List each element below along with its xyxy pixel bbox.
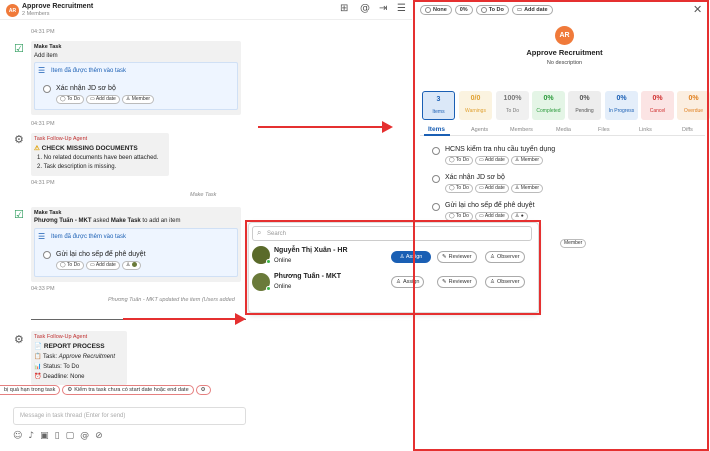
- suggestion-bar: bị quá hạn trong task ⚙ Kiểm tra task chư…: [0, 385, 250, 399]
- task-bot-icon: ☑: [14, 42, 24, 55]
- suggestion-pill[interactable]: bị quá hạn trong task: [0, 385, 61, 395]
- item-box-title: Item đã được thêm vào task: [51, 234, 126, 240]
- warning-icon: ⚠: [34, 145, 40, 152]
- robot-icon: ⚙: [67, 387, 73, 393]
- arrow-line: [123, 318, 237, 320]
- command-icon[interactable]: ▢: [66, 431, 75, 441]
- message-sender: Task Follow-Up Agent: [34, 334, 88, 340]
- message-input-box[interactable]: Message in task thread (Enter for send): [13, 407, 246, 425]
- task-bot-icon: ☑: [14, 208, 24, 221]
- report-title: 📄 REPORT PROCESS: [34, 343, 105, 350]
- suggestion-pill[interactable]: ⚙ Kiểm tra task chưa có start date hoặc e…: [62, 385, 194, 395]
- document-icon: 📄: [34, 343, 43, 350]
- message-card: Make Task Add item ☰ Item đã được thêm v…: [31, 41, 241, 115]
- item-checkbox[interactable]: [43, 85, 51, 93]
- member-chip[interactable]: ♙ Member: [121, 95, 155, 104]
- member-count[interactable]: 2 Members: [22, 11, 50, 17]
- add-date-chip[interactable]: ▭ Add date: [85, 95, 120, 104]
- item-checkbox[interactable]: [43, 251, 51, 259]
- agent-bot-icon: ⚙: [14, 133, 24, 146]
- check-missing-title: ⚠ CHECK MISSING DOCUMENTS: [34, 145, 138, 152]
- message-line: 1. No related documents have been attach…: [37, 155, 159, 161]
- item-name: Gửi lại cho sếp để phê duyệt: [56, 251, 146, 258]
- item-name: Xác nhận JD sơ bộ: [56, 85, 116, 92]
- message-sender: Make Task: [34, 210, 62, 216]
- composer-toolbar: ☺ ♪ ▣ ▯ ▢ @ ⊘: [13, 431, 103, 441]
- agent-bot-icon: ⚙: [14, 333, 24, 346]
- emoji-icon[interactable]: ☺: [13, 431, 22, 441]
- arrow-head: [382, 121, 393, 133]
- message-card: Task Follow-Up Agent ⚠ CHECK MISSING DOC…: [31, 133, 169, 176]
- item-added-box: ☰ Item đã được thêm vào task Gửi lại cho…: [34, 228, 238, 277]
- sign-in-icon[interactable]: ⇥: [379, 3, 387, 14]
- status-chip[interactable]: ◯ To Do: [56, 95, 84, 104]
- suggestion-pill[interactable]: ⚙: [195, 385, 211, 395]
- highlight-box-popup: [245, 220, 541, 315]
- item-added-box: ☰ Item đã được thêm vào task Xác nhận JD…: [34, 62, 238, 110]
- list-icon: ☰: [38, 232, 46, 241]
- timestamp: 04:31 PM: [31, 29, 55, 35]
- microphone-icon[interactable]: ♪: [28, 431, 34, 441]
- add-date-chip[interactable]: ▭ Add date: [85, 261, 120, 270]
- image-icon[interactable]: ▣: [40, 431, 49, 441]
- member-chip[interactable]: ♙: [121, 261, 141, 270]
- robot-icon: ⚙: [200, 387, 206, 393]
- grid-icon[interactable]: ⊞: [340, 3, 348, 14]
- chat-header: AR Approve Recruitment 2 Members ⊞ @ ⇥ ☰: [0, 0, 412, 20]
- message-input[interactable]: Message in task thread (Enter for send): [20, 413, 125, 419]
- group-avatar[interactable]: AR: [6, 4, 19, 17]
- list-icon: ☰: [38, 66, 46, 75]
- message-text: Add item: [34, 53, 58, 59]
- report-status: 📊 Status: To Do: [34, 364, 80, 370]
- timestamp: 04:31 PM: [31, 180, 55, 186]
- update-note: Phương Tuấn - MKT updated the item (User…: [108, 297, 235, 303]
- message-sender: Make Task: [34, 44, 62, 50]
- status-chip[interactable]: ◯ To Do: [56, 261, 84, 270]
- timestamp: 04:33 PM: [31, 286, 55, 292]
- message-card: Task Follow-Up Agent 📄 REPORT PROCESS 📋 …: [31, 331, 127, 385]
- mention-icon[interactable]: @: [80, 431, 89, 441]
- message-card: Make Task Phương Tuấn - MKT asked Make T…: [31, 207, 241, 282]
- arrow-line: [258, 126, 384, 128]
- attach-icon[interactable]: ⊘: [95, 431, 103, 441]
- message-line: 2. Task description is missing.: [37, 164, 117, 170]
- arrow-head: [235, 313, 246, 325]
- report-deadline: ⏰ Deadline: None: [34, 374, 85, 380]
- message-text: Phương Tuấn - MKT asked Make Task to add…: [34, 218, 181, 224]
- list-icon[interactable]: ☰: [397, 3, 406, 14]
- message-sender: Task Follow-Up Agent: [34, 136, 88, 142]
- timestamp: 04:31 PM: [31, 121, 55, 127]
- item-box-title: Item đã được thêm vào task: [51, 68, 126, 74]
- report-task: 📋 Task: Approve Recruitment: [34, 354, 116, 360]
- chat-title: Approve Recruitment: [22, 3, 94, 10]
- file-icon[interactable]: ▯: [55, 431, 60, 441]
- mention-icon[interactable]: @: [360, 3, 370, 14]
- make-task-label: Make Task: [190, 192, 217, 198]
